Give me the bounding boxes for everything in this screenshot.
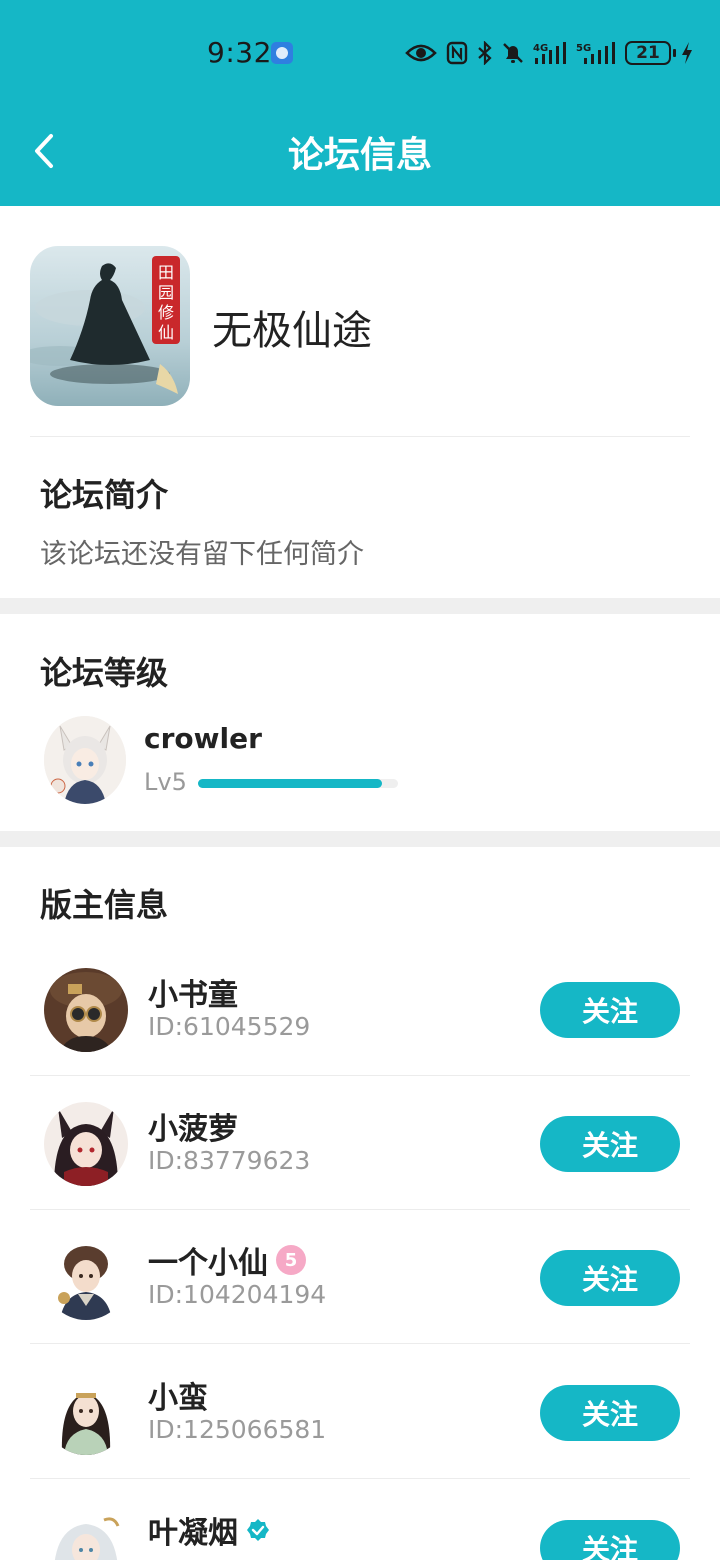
- pink-level-icon: 5: [276, 1245, 306, 1275]
- forum-header: 田 园 修 仙 无极仙途: [30, 246, 690, 406]
- mute-icon: [502, 38, 524, 68]
- intro-title: 论坛简介: [40, 476, 169, 514]
- page-title: 论坛信息: [287, 135, 432, 176]
- moderator-row[interactable]: 小蛮 ID:125066581 关注: [30, 1345, 690, 1479]
- svg-text:修: 修: [158, 303, 174, 322]
- section-gap: [0, 598, 720, 614]
- moderator-avatar[interactable]: [44, 1236, 128, 1320]
- forum-name: 无极仙途: [212, 308, 372, 354]
- nav-bar: 论坛信息: [0, 104, 720, 206]
- signal-5g-icon: 5G: [576, 38, 616, 68]
- moderator-avatar[interactable]: [44, 1102, 128, 1186]
- app-notification-icon: [271, 42, 293, 64]
- svg-text:园: 园: [158, 283, 174, 302]
- moderator-name: 小菠萝: [148, 1112, 238, 1147]
- moderator-name: 小蛮: [148, 1381, 208, 1416]
- moderator-avatar[interactable]: [44, 1371, 128, 1455]
- moderator-row[interactable]: 小书童 ID:61045529 关注: [30, 942, 690, 1076]
- level-progress-bar: [198, 779, 398, 788]
- intro-text: 该论坛还没有留下任何简介: [40, 539, 364, 570]
- moderator-name: 叶凝烟: [148, 1508, 270, 1552]
- svg-text:4G: 4G: [533, 43, 548, 54]
- divider: [30, 436, 690, 437]
- moderator-id: ID:83779623: [148, 1146, 311, 1175]
- status-time: 9:32: [207, 36, 272, 69]
- moderator-id: ID:125066581: [148, 1415, 327, 1444]
- moderator-row[interactable]: 一个小仙 5 ID:104204194 关注: [30, 1210, 690, 1344]
- svg-text:仙: 仙: [158, 323, 174, 342]
- moderator-avatar[interactable]: [44, 1506, 128, 1560]
- charging-icon: [680, 38, 694, 68]
- forum-app-icon: 田 园 修 仙: [30, 246, 190, 406]
- moderator-id: ID:104204194: [148, 1280, 327, 1309]
- verified-icon: [246, 1518, 270, 1542]
- user-avatar[interactable]: [44, 716, 126, 804]
- follow-button[interactable]: 关注: [540, 1250, 680, 1306]
- moderator-avatar[interactable]: [44, 968, 128, 1052]
- follow-button[interactable]: 关注: [540, 1116, 680, 1172]
- follow-button[interactable]: 关注: [540, 1385, 680, 1441]
- moderator-id: ID:61045529: [148, 1012, 311, 1041]
- moderator-name: 一个小仙 5: [148, 1238, 306, 1282]
- status-icons: 4G 5G 21: [405, 36, 694, 70]
- nfc-icon: [446, 38, 468, 68]
- username: crowler: [144, 722, 262, 755]
- section-gap: [0, 831, 720, 847]
- battery-icon: 21: [625, 41, 676, 65]
- moderator-row[interactable]: 叶凝烟 关注: [30, 1480, 690, 1560]
- level-progress-fill: [198, 779, 382, 788]
- bluetooth-icon: [477, 38, 493, 68]
- moderators-title: 版主信息: [40, 886, 169, 924]
- top-bar: 9:32 4G 5G 21 论坛信息: [0, 0, 720, 206]
- divider: [30, 1343, 690, 1344]
- level-title: 论坛等级: [40, 654, 169, 692]
- divider: [30, 1478, 690, 1479]
- follow-button[interactable]: 关注: [540, 982, 680, 1038]
- eye-icon: [405, 38, 437, 68]
- moderator-row[interactable]: 小菠萝 ID:83779623 关注: [30, 1076, 690, 1210]
- signal-4g-icon: 4G: [533, 38, 567, 68]
- status-bar: 9:32 4G 5G 21: [0, 0, 720, 104]
- moderator-name: 小书童: [148, 978, 238, 1013]
- follow-button[interactable]: 关注: [540, 1520, 680, 1560]
- forum-icon-badge-text: 田: [158, 263, 174, 282]
- svg-text:5G: 5G: [576, 43, 591, 54]
- level-label: Lv5: [144, 768, 187, 796]
